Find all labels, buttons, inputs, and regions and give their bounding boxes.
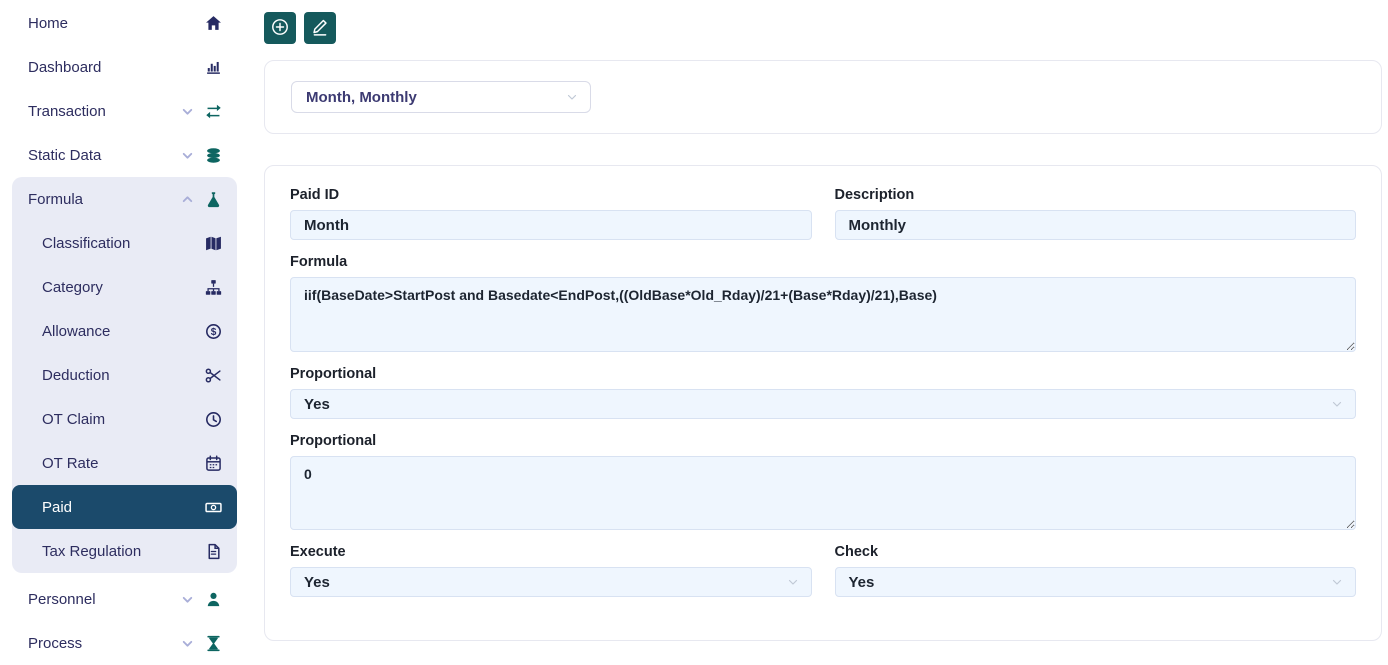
transfer-arrows-icon <box>205 103 222 120</box>
sidebar-nav: Home Dashboard Transaction Static Data Formu… <box>0 0 250 661</box>
add-button[interactable] <box>264 12 296 44</box>
chevron-down-icon <box>1331 576 1343 588</box>
sidebar-item-static-data[interactable]: Static Data <box>12 133 237 177</box>
paid-form-card: Paid ID Description Formula iif(BaseDate… <box>264 165 1382 641</box>
execute-field-group: Execute Yes <box>290 544 812 597</box>
sidebar-item-label: Process <box>28 635 181 652</box>
execute-check-row: Execute Yes Check Yes <box>290 544 1356 597</box>
home-icon <box>205 15 222 32</box>
formula-field-group: Formula iif(BaseDate>StartPost and Based… <box>290 254 1356 352</box>
paid-filter-select[interactable]: Month, Monthly <box>291 81 591 113</box>
sidebar-item-label: Category <box>42 279 205 296</box>
bar-chart-icon <box>205 59 222 76</box>
sidebar-item-label: Tax Regulation <box>42 543 205 560</box>
sidebar-item-label: Classification <box>42 235 205 252</box>
plus-circle-icon <box>271 18 289 39</box>
check-select[interactable]: Yes <box>835 567 1357 597</box>
sidebar-item-label: Static Data <box>28 147 181 164</box>
chevron-down-icon <box>181 149 194 162</box>
main-content: Month, Monthly Paid ID Description Formu… <box>250 0 1388 661</box>
chevron-down-icon <box>566 91 578 103</box>
sidebar-item-label: Deduction <box>42 367 205 384</box>
sidebar-item-classification[interactable]: Classification <box>12 221 237 265</box>
chevron-down-icon <box>787 576 799 588</box>
proportional-select-value: Yes <box>304 396 330 413</box>
chevron-down-icon <box>181 637 194 650</box>
sidebar-item-category[interactable]: Category <box>12 265 237 309</box>
paid-filter-select-value: Month, Monthly <box>306 89 417 106</box>
description-field-group: Description <box>835 187 1357 240</box>
execute-select[interactable]: Yes <box>290 567 812 597</box>
formula-label: Formula <box>290 254 1356 270</box>
sidebar-item-ot-claim[interactable]: OT Claim <box>12 397 237 441</box>
sidebar-item-allowance[interactable]: Allowance $ <box>12 309 237 353</box>
calendar-icon <box>205 455 222 472</box>
chevron-up-icon <box>181 193 194 206</box>
sidebar-item-label: OT Claim <box>42 411 205 428</box>
paid-id-field-group: Paid ID <box>290 187 812 240</box>
proportional-text-label: Proportional <box>290 433 1356 449</box>
flask-icon <box>205 191 222 208</box>
check-field-group: Check Yes <box>835 544 1357 597</box>
sidebar-item-label: Personnel <box>28 591 181 608</box>
proportional-select[interactable]: Yes <box>290 389 1356 419</box>
chevron-down-icon <box>1331 398 1343 410</box>
edit-button[interactable] <box>304 12 336 44</box>
hourglass-icon <box>205 635 222 652</box>
sidebar-item-label: Transaction <box>28 103 181 120</box>
proportional-select-group: Proportional Yes <box>290 366 1356 419</box>
formula-submenu-group: Formula Classification Category Allowance $ D… <box>12 177 237 573</box>
sidebar-item-label: Home <box>28 15 205 32</box>
sitemap-icon <box>205 279 222 296</box>
map-icon <box>205 235 222 252</box>
banknote-icon <box>205 499 222 516</box>
description-input[interactable] <box>835 210 1357 240</box>
chevron-down-icon <box>181 593 194 606</box>
filter-card: Month, Monthly <box>264 60 1382 134</box>
sidebar-item-label: Dashboard <box>28 59 205 76</box>
execute-select-value: Yes <box>304 574 330 591</box>
clock-icon <box>205 411 222 428</box>
scissors-icon <box>205 367 222 384</box>
database-icon <box>205 147 222 164</box>
sidebar-item-paid[interactable]: Paid <box>12 485 237 529</box>
paid-id-input[interactable] <box>290 210 812 240</box>
paid-id-label: Paid ID <box>290 187 812 203</box>
sidebar-item-dashboard[interactable]: Dashboard <box>12 45 237 89</box>
execute-label: Execute <box>290 544 812 560</box>
sidebar-item-label: Allowance <box>42 323 205 340</box>
sidebar-item-home[interactable]: Home <box>12 1 237 45</box>
sidebar-item-personnel[interactable]: Personnel <box>12 577 237 621</box>
proportional-text-group: Proportional 0 <box>290 433 1356 530</box>
document-icon <box>205 543 222 560</box>
formula-textarea[interactable]: iif(BaseDate>StartPost and Basedate<EndP… <box>290 277 1356 352</box>
proportional-textarea[interactable]: 0 <box>290 456 1356 530</box>
sidebar-item-ot-rate[interactable]: OT Rate <box>12 441 237 485</box>
check-label: Check <box>835 544 1357 560</box>
sidebar-item-label: OT Rate <box>42 455 205 472</box>
sidebar-item-transaction[interactable]: Transaction <box>12 89 237 133</box>
check-select-value: Yes <box>849 574 875 591</box>
person-icon <box>205 591 222 608</box>
sidebar-item-process[interactable]: Process <box>12 621 237 665</box>
sidebar-item-tax-regulation[interactable]: Tax Regulation <box>12 529 237 573</box>
dollar-circle-icon: $ <box>205 323 222 340</box>
sidebar-item-deduction[interactable]: Deduction <box>12 353 237 397</box>
description-label: Description <box>835 187 1357 203</box>
sidebar-item-label: Formula <box>28 191 181 208</box>
chevron-down-icon <box>181 105 194 118</box>
proportional-label: Proportional <box>290 366 1356 382</box>
svg-text:$: $ <box>211 326 217 337</box>
sidebar-item-label: Paid <box>42 499 205 516</box>
edit-pencil-icon <box>311 18 329 39</box>
sidebar-item-formula[interactable]: Formula <box>12 177 237 221</box>
toolbar <box>264 12 1382 44</box>
